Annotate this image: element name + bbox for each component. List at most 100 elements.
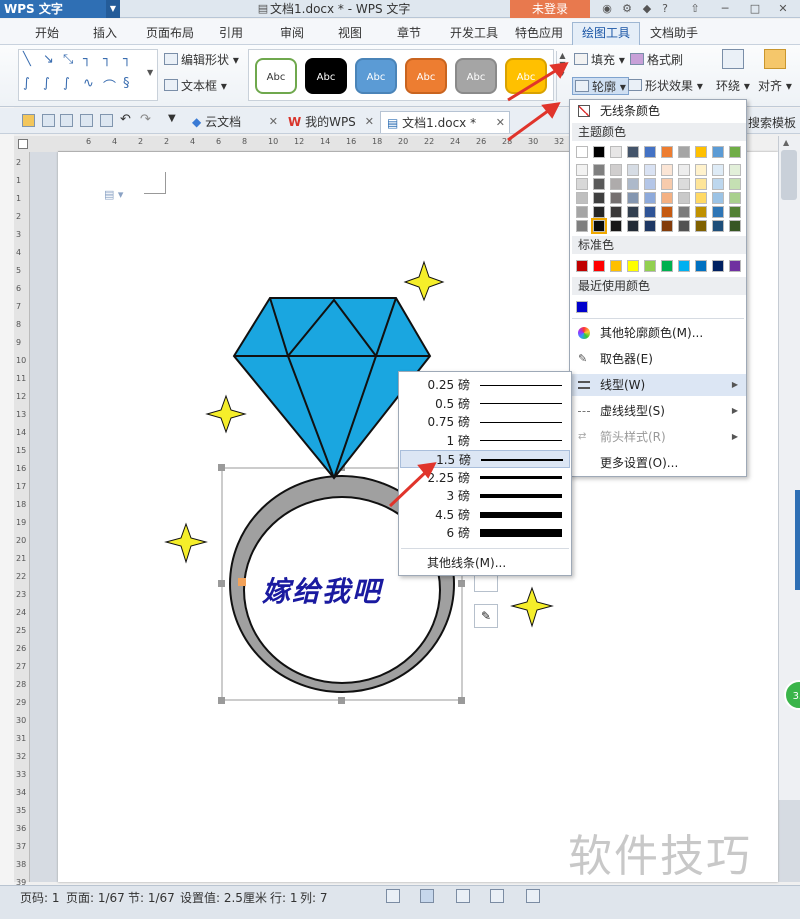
- reading-mode-icon[interactable]: [526, 889, 540, 903]
- line-weight-option[interactable]: 0.5 磅: [400, 395, 570, 413]
- theme-color-swatch[interactable]: [712, 178, 724, 190]
- theme-color-swatch[interactable]: [576, 206, 588, 218]
- star-icon: [403, 260, 445, 302]
- line-style-item[interactable]: 线型(W) ▶: [570, 374, 746, 396]
- theme-color-swatch[interactable]: [627, 192, 639, 204]
- theme-color-swatch[interactable]: [644, 206, 656, 218]
- line-weight-option[interactable]: 3 磅: [400, 487, 570, 505]
- recent-color-swatch[interactable]: [576, 301, 588, 313]
- theme-color-swatch[interactable]: [610, 192, 622, 204]
- theme-color-swatch[interactable]: [678, 192, 690, 204]
- theme-color-swatch[interactable]: [661, 146, 673, 158]
- theme-color-swatch[interactable]: [661, 206, 673, 218]
- theme-color-swatch[interactable]: [712, 146, 724, 158]
- theme-color-swatch[interactable]: [644, 178, 656, 190]
- more-lines-item[interactable]: 其他线条(M)...: [427, 554, 506, 571]
- theme-color-swatch[interactable]: [627, 164, 639, 176]
- outline-view-icon[interactable]: [456, 889, 470, 903]
- theme-color-swatch[interactable]: [627, 206, 639, 218]
- theme-color-swatch[interactable]: [593, 146, 605, 158]
- theme-color-swatch[interactable]: [712, 192, 724, 204]
- theme-color-swatch[interactable]: [610, 206, 622, 218]
- theme-color-swatch[interactable]: [712, 206, 724, 218]
- theme-color-swatch[interactable]: [695, 146, 707, 158]
- theme-color-swatch[interactable]: [678, 220, 690, 232]
- theme-color-swatch[interactable]: [678, 146, 690, 158]
- shape-outline-quick-icon[interactable]: ✎: [474, 604, 498, 628]
- standard-color-swatch[interactable]: [695, 260, 707, 272]
- line-weight-option[interactable]: 6 磅: [400, 524, 570, 542]
- fullscreen-icon[interactable]: [386, 889, 400, 903]
- theme-color-swatch[interactable]: [695, 164, 707, 176]
- standard-color-swatch[interactable]: [593, 260, 605, 272]
- more-settings-item[interactable]: 更多设置(O)...: [570, 452, 746, 474]
- theme-color-swatch[interactable]: [627, 146, 639, 158]
- theme-color-swatch[interactable]: [610, 178, 622, 190]
- theme-color-swatch[interactable]: [661, 220, 673, 232]
- line-weight-sample: [480, 384, 562, 386]
- theme-color-swatch[interactable]: [678, 164, 690, 176]
- theme-color-swatch[interactable]: [644, 220, 656, 232]
- theme-color-swatch[interactable]: [678, 206, 690, 218]
- theme-color-swatch[interactable]: [610, 164, 622, 176]
- theme-color-swatch[interactable]: [593, 178, 605, 190]
- theme-color-swatch[interactable]: [712, 220, 724, 232]
- theme-color-swatch[interactable]: [576, 178, 588, 190]
- ring-text[interactable]: 嫁给我吧: [262, 570, 382, 610]
- theme-color-swatch[interactable]: [593, 192, 605, 204]
- standard-color-swatch[interactable]: [627, 260, 639, 272]
- theme-color-swatch[interactable]: [644, 146, 656, 158]
- standard-color-swatch[interactable]: [712, 260, 724, 272]
- theme-color-swatch[interactable]: [593, 206, 605, 218]
- web-view-icon[interactable]: [490, 889, 504, 903]
- no-line-color-item[interactable]: 无线条颜色: [570, 100, 746, 122]
- theme-color-swatch[interactable]: [627, 178, 639, 190]
- theme-color-swatch[interactable]: [729, 206, 741, 218]
- line-weight-option[interactable]: 1 磅: [400, 432, 570, 450]
- theme-color-swatch[interactable]: [576, 192, 588, 204]
- theme-color-swatch[interactable]: [576, 164, 588, 176]
- theme-color-swatch[interactable]: [695, 192, 707, 204]
- theme-color-swatch[interactable]: [591, 218, 607, 234]
- standard-color-swatch[interactable]: [729, 260, 741, 272]
- theme-color-swatch[interactable]: [695, 178, 707, 190]
- line-weight-label: 6 磅: [446, 526, 470, 540]
- theme-color-swatch[interactable]: [627, 220, 639, 232]
- standard-color-swatch[interactable]: [678, 260, 690, 272]
- line-weight-option[interactable]: 1.5 磅: [400, 450, 570, 468]
- theme-color-swatch[interactable]: [661, 164, 673, 176]
- theme-color-swatch[interactable]: [695, 220, 707, 232]
- theme-color-swatch[interactable]: [712, 164, 724, 176]
- theme-color-swatch[interactable]: [729, 220, 741, 232]
- line-weight-option[interactable]: 4.5 磅: [400, 506, 570, 524]
- theme-color-swatch[interactable]: [695, 206, 707, 218]
- standard-color-swatch[interactable]: [661, 260, 673, 272]
- theme-color-swatch[interactable]: [661, 192, 673, 204]
- line-weight-option[interactable]: 0.75 磅: [400, 413, 570, 431]
- theme-color-swatch[interactable]: [610, 220, 622, 232]
- theme-color-swatch[interactable]: [610, 146, 622, 158]
- theme-color-swatch[interactable]: [644, 164, 656, 176]
- line-weight-sample: [480, 476, 562, 479]
- line-weight-option[interactable]: 2.25 磅: [400, 469, 570, 487]
- eyedropper-item[interactable]: ✎ 取色器(E): [570, 348, 746, 370]
- theme-color-swatch[interactable]: [576, 146, 588, 158]
- standard-color-swatch[interactable]: [644, 260, 656, 272]
- theme-color-swatch[interactable]: [576, 220, 588, 232]
- theme-color-grid: [570, 144, 746, 234]
- standard-color-swatch[interactable]: [610, 260, 622, 272]
- dash-style-item[interactable]: 虚线线型(S) ▶: [570, 400, 746, 422]
- more-outline-colors-item[interactable]: 其他轮廓颜色(M)...: [570, 322, 746, 344]
- theme-color-swatch[interactable]: [729, 164, 741, 176]
- standard-color-swatch[interactable]: [576, 260, 588, 272]
- theme-color-swatch[interactable]: [644, 192, 656, 204]
- theme-color-swatch[interactable]: [729, 178, 741, 190]
- theme-color-swatch[interactable]: [729, 192, 741, 204]
- line-weight-option[interactable]: 0.25 磅: [400, 376, 570, 394]
- theme-color-swatch[interactable]: [661, 178, 673, 190]
- theme-color-swatch[interactable]: [593, 164, 605, 176]
- theme-color-swatch[interactable]: [729, 146, 741, 158]
- menu-divider: [401, 548, 569, 549]
- page-view-icon[interactable]: [420, 889, 434, 903]
- theme-color-swatch[interactable]: [678, 178, 690, 190]
